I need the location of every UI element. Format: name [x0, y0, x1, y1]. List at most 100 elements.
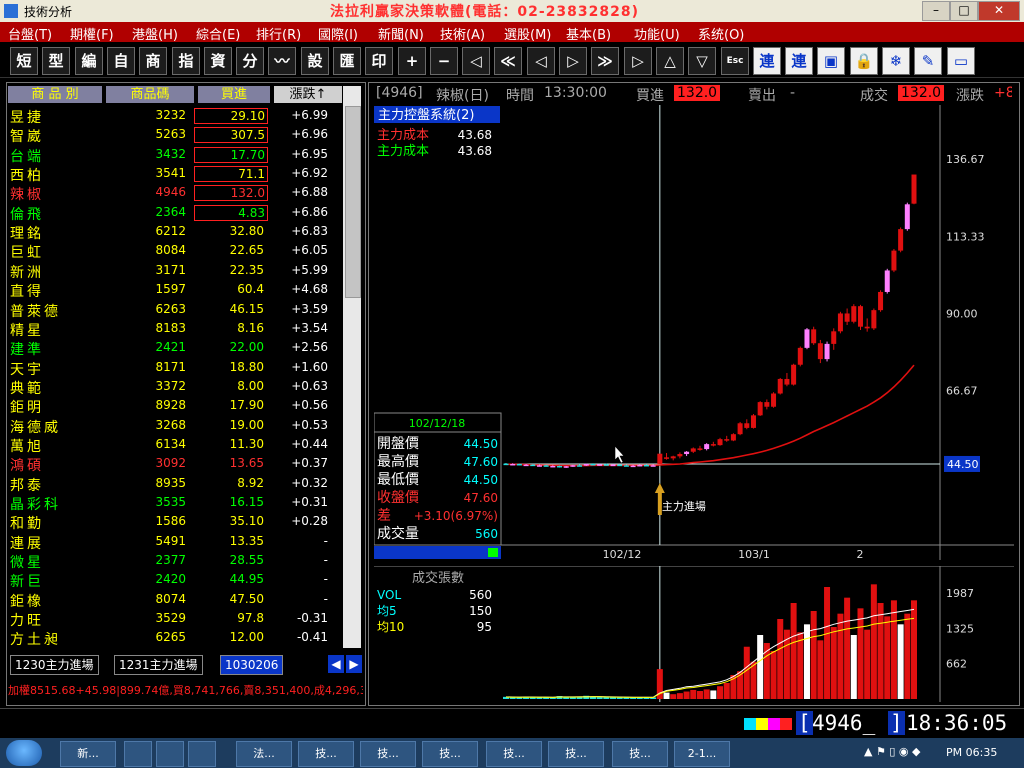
table-row[interactable]: 直得 1597 60.4 +4.68	[8, 280, 342, 300]
taskbar-item[interactable]	[124, 741, 152, 767]
taskbar-item[interactable]	[188, 741, 216, 767]
table-row[interactable]: 鴻碩 3092 13.65 +0.37	[8, 454, 342, 474]
menu-item-3[interactable]: 綜合(E)	[196, 24, 240, 43]
menu-item-8[interactable]: 選股(M)	[504, 24, 551, 43]
table-row[interactable]: 邦泰 8935 8.92 +0.32	[8, 474, 342, 494]
table-row[interactable]: 普萊德 6263 46.15 +3.59	[8, 300, 342, 320]
table-row[interactable]: 天宇 8171 18.80 +1.60	[8, 358, 342, 378]
table-row[interactable]: 精星 8183 8.16 +3.54	[8, 319, 342, 339]
menu-item-11[interactable]: 系统(O)	[698, 24, 744, 43]
table-row[interactable]: 晶彩科 3535 16.15 +0.31	[8, 493, 342, 513]
table-row[interactable]: 智崴 5263 307.5 +6.96	[8, 125, 342, 145]
toolbar-zoom-in-button[interactable]: +	[398, 47, 426, 75]
table-row[interactable]: 海德威 3268 19.00 +0.53	[8, 416, 342, 436]
table-row[interactable]: 辣椒 4946 132.0 +6.88	[8, 183, 342, 203]
taskbar-item[interactable]: 技...	[612, 741, 668, 767]
table-row[interactable]: 巨虹 8084 22.65 +6.05	[8, 241, 342, 261]
table-row[interactable]: 萬旭 6134 11.30 +0.44	[8, 435, 342, 455]
table-row[interactable]: 昱捷 3232 29.10 +6.99	[8, 106, 342, 126]
toolbar-window-button[interactable]: ▣	[817, 47, 845, 75]
taskbar-item[interactable]	[156, 741, 184, 767]
table-row[interactable]: 和勤 1586 35.10 +0.28	[8, 512, 342, 532]
col-header-name[interactable]: 商 品 別	[8, 86, 102, 103]
taskbar-item[interactable]: 法...	[236, 741, 292, 767]
toolbar-last-button[interactable]: ▷	[624, 47, 652, 75]
scroll-thumb[interactable]	[345, 106, 361, 298]
toolbar-type-button[interactable]: 型	[42, 47, 70, 75]
close-button[interactable]: ✕	[978, 1, 1020, 21]
tab-1230[interactable]: 1230主力進場	[10, 655, 99, 675]
table-row[interactable]: 微星 2377 28.55 -	[8, 551, 342, 571]
table-row[interactable]: 倫飛 2364 4.83 +6.86	[8, 203, 342, 223]
toolbar-layout-button[interactable]: ▭	[947, 47, 975, 75]
start-button[interactable]	[6, 740, 42, 766]
toolbar-settings-button[interactable]: 設	[301, 47, 329, 75]
table-row[interactable]: 理銘 6212 32.80 +6.83	[8, 222, 342, 242]
maximize-button[interactable]: □	[950, 1, 978, 21]
menu-item-7[interactable]: 技術(A)	[440, 24, 485, 43]
taskbar-item[interactable]: 技...	[548, 741, 604, 767]
toolbar-export-button[interactable]: 匯	[333, 47, 361, 75]
table-row[interactable]: 力旺 3529 97.8 -0.31	[8, 609, 342, 629]
toolbar-edit-pen-button[interactable]: ✎	[914, 47, 942, 75]
tab-1231[interactable]: 1231主力進場	[114, 655, 203, 675]
toolbar-line-chart-button[interactable]: 〰	[268, 47, 296, 75]
toolbar-short-button[interactable]: 短	[10, 47, 38, 75]
taskbar-item[interactable]: 技...	[298, 741, 354, 767]
table-row[interactable]: 連展 5491 13.35 -	[8, 532, 342, 552]
toolbar-first-button[interactable]: ◁	[462, 47, 490, 75]
table-row[interactable]: 鉅橡 8074 47.50 -	[8, 590, 342, 610]
watchlist-scrollbar[interactable]	[343, 86, 361, 648]
menu-item-5[interactable]: 國際(I)	[318, 24, 358, 43]
taskbar-item[interactable]: 技...	[360, 741, 416, 767]
toolbar-index-button[interactable]: 指	[172, 47, 200, 75]
toolbar-print-button[interactable]: 印	[365, 47, 393, 75]
taskbar-item[interactable]: 技...	[422, 741, 478, 767]
menu-item-1[interactable]: 期權(F)	[70, 24, 114, 43]
volume-chart[interactable]: 1987 1325 662 成交張數 VOL 560 均5 150 均10 95	[374, 566, 1014, 702]
taskbar-item[interactable]: 2-1...	[674, 741, 730, 767]
toolbar-next-button[interactable]: ▷	[559, 47, 587, 75]
table-row[interactable]: 建準 2421 22.00 +2.56	[8, 338, 342, 358]
menu-item-6[interactable]: 新聞(N)	[378, 24, 424, 43]
toolbar-capital-button[interactable]: 資	[204, 47, 232, 75]
table-row[interactable]: 方土昶 6265 12.00 -0.41	[8, 628, 342, 648]
col-header-change[interactable]: 漲跌↑	[274, 86, 342, 103]
table-row[interactable]: 西柏 3541 71.1 +6.92	[8, 164, 342, 184]
menu-item-9[interactable]: 基本(B)	[566, 24, 611, 43]
toolbar-page-back-button[interactable]: ≪	[494, 47, 522, 75]
tray-icons[interactable]: ▲ ⚑ ▯ ◉ ◆	[864, 745, 920, 758]
toolbar-up-button[interactable]: △	[656, 47, 684, 75]
menu-item-2[interactable]: 港盤(H)	[132, 24, 178, 43]
menu-item-0[interactable]: 台盤(T)	[8, 24, 52, 43]
toolbar-edit-button[interactable]: 編	[75, 47, 103, 75]
toolbar-down-button[interactable]: ▽	[688, 47, 716, 75]
table-row[interactable]: 新巨 2420 44.95 -	[8, 570, 342, 590]
taskbar-item[interactable]: 技...	[486, 741, 542, 767]
tab-next-icon[interactable]: ▶	[346, 655, 362, 673]
col-header-bid[interactable]: 買進	[198, 86, 270, 103]
toolbar-prev-button[interactable]: ◁	[527, 47, 555, 75]
status-stock-code[interactable]: 4946_	[812, 711, 875, 735]
taskbar-clock[interactable]: PM 06:35	[946, 746, 997, 759]
toolbar-escape-button[interactable]: Esc	[721, 47, 749, 75]
menu-item-4[interactable]: 排行(R)	[256, 24, 301, 43]
toolbar-link-a-button[interactable]: 連	[753, 47, 781, 75]
tab-1030206[interactable]: 1030206	[220, 655, 284, 675]
price-chart[interactable]: 136.67 113.33 90.00 66.67 44.50 主力進場 102/12 103…	[374, 105, 1014, 560]
toolbar-lock-button[interactable]: 🔒	[850, 47, 878, 75]
toolbar-product-button[interactable]: 商	[139, 47, 167, 75]
taskbar-item[interactable]: 新...	[60, 741, 116, 767]
table-row[interactable]: 典範 3372 8.00 +0.63	[8, 377, 342, 397]
table-row[interactable]: 新洲 3171 22.35 +5.99	[8, 261, 342, 281]
table-row[interactable]: 鉅明 8928 17.90 +0.56	[8, 396, 342, 416]
toolbar-freeze-button[interactable]: ❄	[882, 47, 910, 75]
toolbar-link-b-button[interactable]: 連	[785, 47, 813, 75]
tab-prev-icon[interactable]: ◀	[328, 655, 344, 673]
table-row[interactable]: 台端 3432 17.70 +6.95	[8, 145, 342, 165]
toolbar-custom-button[interactable]: 自	[107, 47, 135, 75]
menu-item-10[interactable]: 功能(U)	[634, 24, 680, 43]
toolbar-page-fwd-button[interactable]: ≫	[591, 47, 619, 75]
col-header-code[interactable]: 商品碼	[106, 86, 194, 103]
toolbar-zoom-out-button[interactable]: −	[430, 47, 458, 75]
